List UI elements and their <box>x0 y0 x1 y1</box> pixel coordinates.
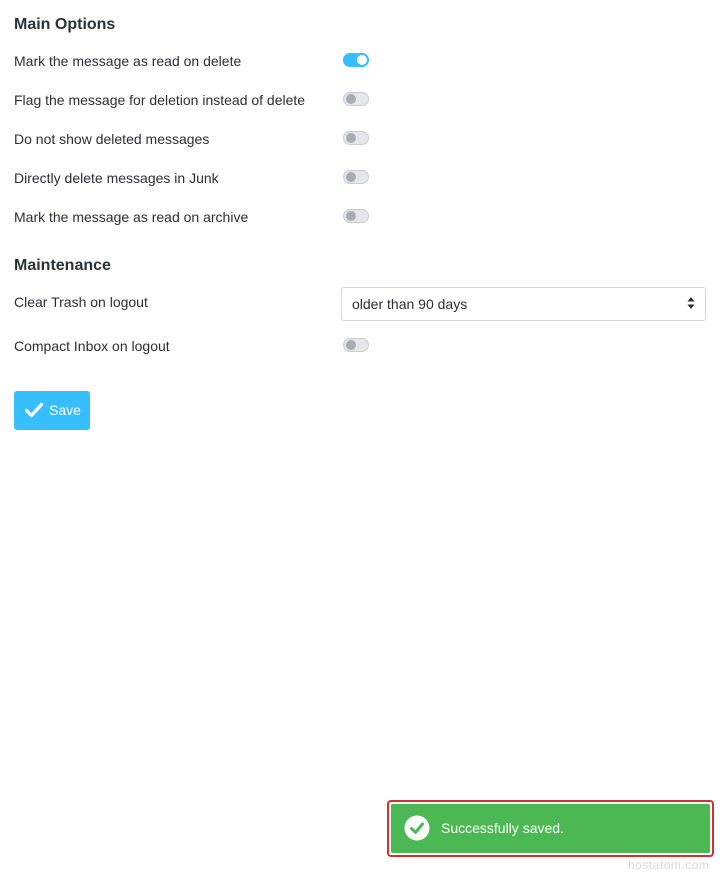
hide-deleted-label: Do not show deleted messages <box>14 131 210 147</box>
select-arrows-icon <box>687 297 695 309</box>
mark-read-on-delete-toggle[interactable] <box>343 53 369 67</box>
maintenance-heading: Maintenance <box>14 257 111 274</box>
flag-for-deletion-label: Flag the message for deletion instead of… <box>14 92 306 108</box>
compact-inbox-label: Compact Inbox on logout <box>14 338 170 354</box>
clear-trash-label: Clear Trash on logout <box>14 294 148 310</box>
success-toast[interactable]: Successfully saved. <box>391 804 710 853</box>
mark-read-on-delete-label: Mark the message as read on delete <box>14 53 242 69</box>
toggle-knob <box>357 55 367 65</box>
toast-message: Successfully saved. <box>441 820 564 836</box>
delete-in-junk-label: Directly delete messages in Junk <box>14 170 219 186</box>
check-circle-icon <box>404 815 430 841</box>
delete-in-junk-toggle[interactable] <box>343 170 369 184</box>
save-button[interactable]: Save <box>14 391 90 430</box>
watermark: hostatom.com <box>628 858 710 872</box>
toggle-knob <box>346 172 356 182</box>
mark-read-on-archive-toggle[interactable] <box>343 209 369 223</box>
clear-trash-select[interactable]: older than 90 days <box>341 287 706 321</box>
flag-for-deletion-toggle[interactable] <box>343 92 369 106</box>
toggle-knob <box>346 340 356 350</box>
check-icon <box>25 402 43 418</box>
mark-read-on-archive-label: Mark the message as read on archive <box>14 209 249 225</box>
clear-trash-selected-value: older than 90 days <box>352 296 468 312</box>
main-options-heading: Main Options <box>14 16 116 33</box>
hide-deleted-toggle[interactable] <box>343 131 369 145</box>
toggle-knob <box>346 211 356 221</box>
save-button-label: Save <box>49 402 81 418</box>
compact-inbox-toggle[interactable] <box>343 338 369 352</box>
toggle-knob <box>346 94 356 104</box>
toggle-knob <box>346 133 356 143</box>
